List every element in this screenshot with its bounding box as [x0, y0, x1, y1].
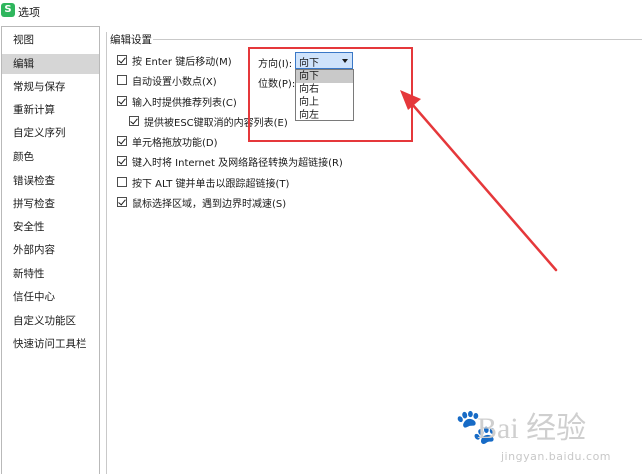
baidu-watermark: 🐾 Bai 经验 jingyan.baidu.com	[455, 406, 640, 472]
watermark-brand: Bai 经验	[477, 412, 587, 445]
watermark-url: jingyan.baidu.com	[501, 450, 612, 463]
annotation-arrow	[400, 90, 558, 272]
